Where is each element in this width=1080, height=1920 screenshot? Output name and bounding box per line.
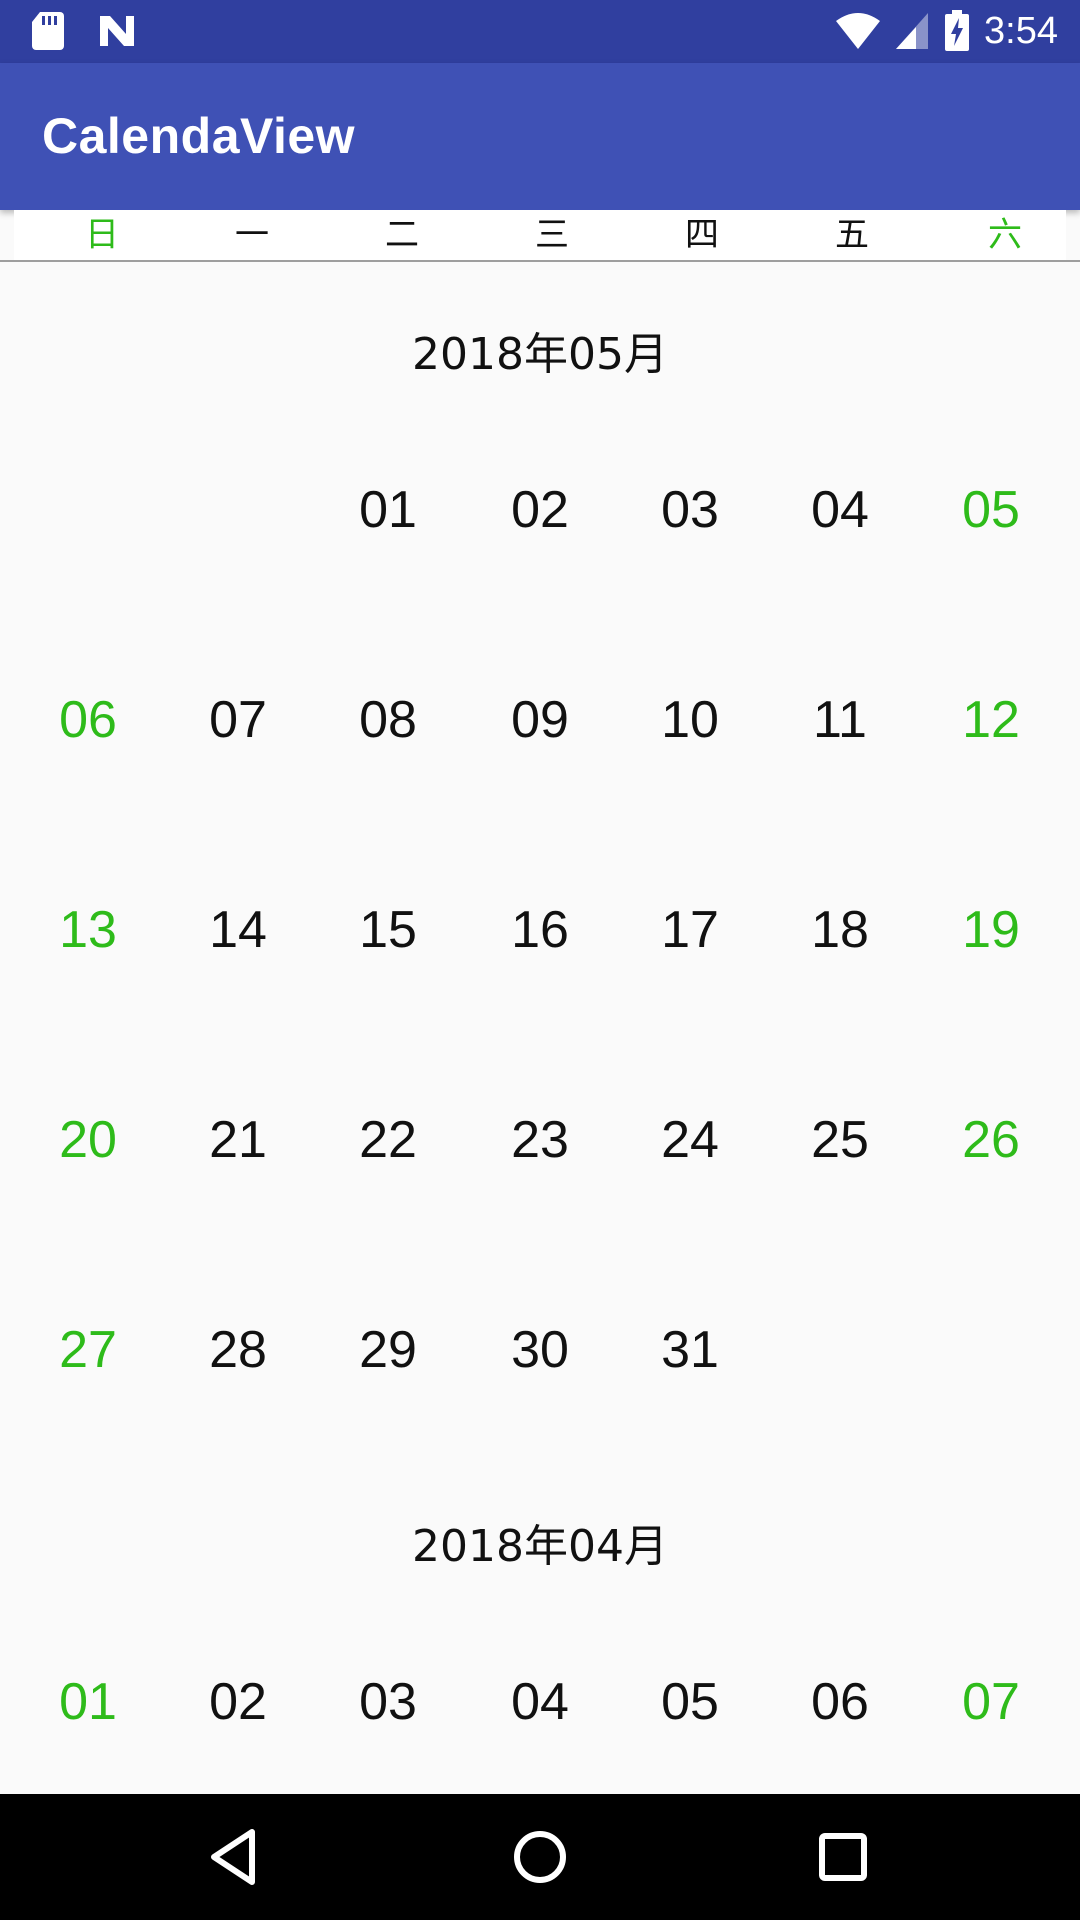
day-cell[interactable]: 04 xyxy=(465,1672,615,1732)
day-cell[interactable]: 26 xyxy=(916,1110,1066,1170)
day-cell[interactable]: 01 xyxy=(313,480,463,540)
weekday-label-mon: 一 xyxy=(235,215,269,255)
weekday-header: 日 一 二 三 四 五 六 xyxy=(14,210,1066,260)
day-cell[interactable]: 04 xyxy=(765,480,915,540)
day-cell[interactable]: 09 xyxy=(465,690,615,750)
day-cell[interactable]: 06 xyxy=(765,1672,915,1732)
day-cell[interactable]: 03 xyxy=(313,1672,463,1732)
day-cell[interactable]: 30 xyxy=(465,1320,615,1380)
day-cell[interactable]: 08 xyxy=(313,690,463,750)
day-cell[interactable]: 02 xyxy=(465,480,615,540)
day-cell[interactable]: 29 xyxy=(313,1320,463,1380)
day-cell[interactable]: 03 xyxy=(615,480,765,540)
app-title: CalendaView xyxy=(42,108,356,164)
day-cell[interactable]: 16 xyxy=(465,900,615,960)
navigation-bar xyxy=(0,1794,1080,1920)
weekday-divider xyxy=(0,260,1080,262)
status-bar: 3:54 xyxy=(0,0,1080,63)
day-cell[interactable]: 28 xyxy=(163,1320,313,1380)
back-icon[interactable] xyxy=(200,1822,270,1892)
day-cell[interactable]: 12 xyxy=(916,690,1066,750)
day-cell[interactable]: 20 xyxy=(13,1110,163,1170)
day-cell[interactable]: 05 xyxy=(615,1672,765,1732)
day-cell[interactable]: 23 xyxy=(465,1110,615,1170)
day-cell[interactable]: 07 xyxy=(163,690,313,750)
day-cell[interactable]: 11 xyxy=(765,690,915,750)
day-cell[interactable]: 22 xyxy=(313,1110,463,1170)
day-cell[interactable]: 02 xyxy=(163,1672,313,1732)
weekday-label-sun: 日 xyxy=(85,215,119,255)
day-cell[interactable]: 27 xyxy=(13,1320,163,1380)
month-title: 2018年04月 xyxy=(412,1521,668,1572)
day-cell[interactable]: 24 xyxy=(615,1110,765,1170)
day-cell[interactable]: 25 xyxy=(765,1110,915,1170)
day-cell[interactable]: 21 xyxy=(163,1110,313,1170)
day-cell[interactable]: 01 xyxy=(13,1672,163,1732)
day-cell[interactable]: 15 xyxy=(313,900,463,960)
day-cell[interactable]: 17 xyxy=(615,900,765,960)
home-icon[interactable] xyxy=(505,1822,575,1892)
battery-charging-icon xyxy=(945,10,970,51)
weekday-label-fri: 五 xyxy=(835,215,869,255)
day-cell[interactable]: 14 xyxy=(163,900,313,960)
day-cell[interactable]: 06 xyxy=(13,690,163,750)
month-title: 2018年05月 xyxy=(412,329,668,380)
status-time: 3:54 xyxy=(984,10,1058,52)
app-bar: CalendaView xyxy=(0,63,1080,210)
day-cell[interactable]: 05 xyxy=(916,480,1066,540)
sd-card-icon xyxy=(32,12,64,50)
weekday-label-tue: 二 xyxy=(385,215,419,255)
weekday-label-thu: 四 xyxy=(685,215,719,255)
day-cell[interactable]: 31 xyxy=(615,1320,765,1380)
recents-icon[interactable] xyxy=(808,1822,878,1892)
wifi-icon xyxy=(836,13,881,49)
cell-signal-icon xyxy=(896,13,929,49)
weekday-label-sat: 六 xyxy=(988,215,1022,255)
n-notification-icon xyxy=(100,16,134,46)
day-cell[interactable]: 10 xyxy=(615,690,765,750)
day-cell[interactable]: 18 xyxy=(765,900,915,960)
day-cell[interactable]: 13 xyxy=(13,900,163,960)
day-cell[interactable]: 07 xyxy=(916,1672,1066,1732)
weekday-label-wed: 三 xyxy=(535,215,569,255)
day-cell[interactable]: 19 xyxy=(916,900,1066,960)
